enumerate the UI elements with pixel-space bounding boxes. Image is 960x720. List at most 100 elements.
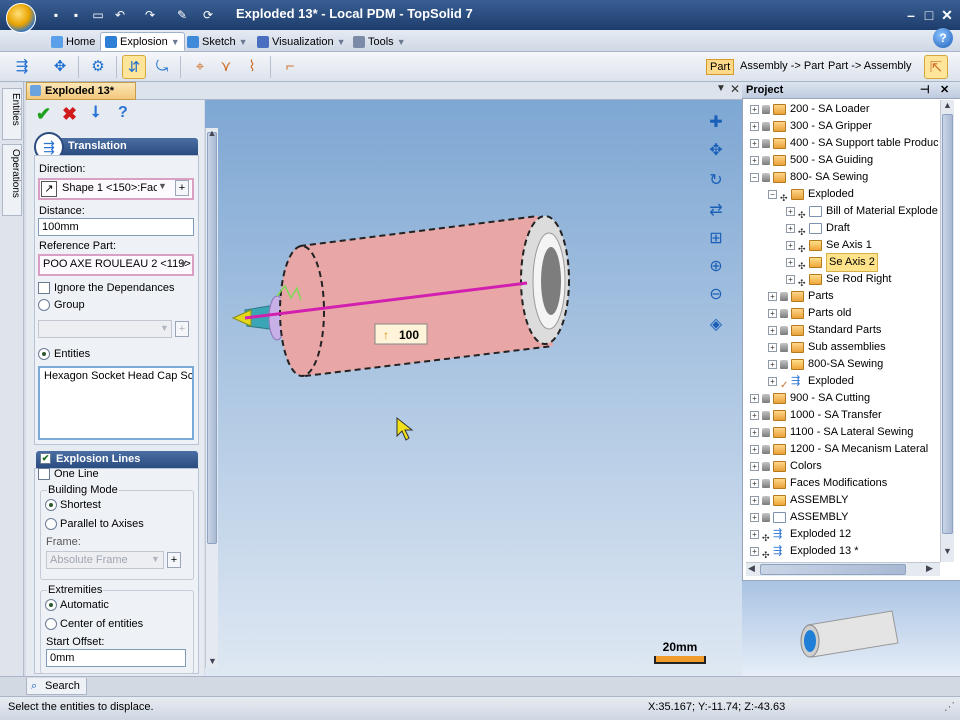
close-document-icon[interactable]: ✕ — [730, 82, 740, 96]
tree-item[interactable]: −800- SA Sewing — [746, 169, 938, 186]
zoom-in-icon[interactable]: ⊕ — [704, 256, 728, 278]
tab-entities[interactable]: Entities — [2, 88, 22, 140]
scroll-up-icon[interactable]: ▲ — [943, 100, 952, 110]
project-vertical-scrollbar[interactable]: ▲ ▼ — [940, 100, 954, 562]
tab-operations[interactable]: Operations — [2, 144, 22, 216]
zoom-out-icon[interactable]: ⊖ — [704, 284, 728, 306]
save-icon[interactable]: ▪ — [48, 7, 64, 23]
tree-item[interactable]: +1000 - SA Transfer — [746, 407, 938, 424]
close-button[interactable]: ✕ — [936, 5, 958, 25]
shortest-radio[interactable] — [45, 499, 57, 511]
chevron-down-icon[interactable]: ▼ — [337, 33, 346, 51]
entities-list[interactable]: Hexagon Socket Head Cap Screw — [38, 366, 194, 440]
tab-tools[interactable]: Tools ▼ — [348, 32, 411, 51]
app-logo-icon[interactable] — [6, 3, 36, 33]
refresh-icon[interactable]: ⟳ — [200, 7, 216, 23]
print-icon[interactable]: ▭ — [90, 7, 106, 23]
tree-item[interactable]: + ASSEMBLY — [746, 509, 938, 526]
distance-field[interactable]: 100mm — [38, 218, 194, 236]
scroll-right-icon[interactable]: ▶ — [926, 563, 933, 574]
tab-search[interactable]: ⌕ Search — [26, 678, 87, 695]
mode-part[interactable]: Part — [706, 59, 735, 75]
view-cube-icon[interactable]: ◈ — [704, 314, 728, 336]
scroll-left-icon[interactable]: ◀ — [748, 563, 755, 574]
tree-item[interactable]: + ✓ ⇶ Exploded — [746, 373, 938, 391]
tree-item[interactable]: + Sub assemblies — [746, 339, 938, 356]
scroll-up-icon[interactable]: ▲ — [206, 128, 218, 138]
project-horizontal-scrollbar[interactable]: ◀ ▶ — [746, 562, 940, 576]
automatic-radio[interactable] — [45, 599, 57, 611]
close-panel-icon[interactable]: ✕ — [940, 82, 949, 98]
chevron-down-icon[interactable]: ▼ — [171, 33, 180, 51]
tree-item[interactable]: + ✣ ⇶ Exploded 12 — [746, 526, 938, 543]
panel-scrollbar-thumb[interactable] — [207, 132, 217, 544]
tree-item[interactable]: + Faces Modifications — [746, 475, 938, 492]
entities-radio[interactable] — [38, 348, 50, 360]
3d-viewport[interactable]: ↑ 100 — [205, 100, 742, 676]
list-item[interactable]: Hexagon Socket Head Cap Screw — [40, 368, 192, 384]
tree-item[interactable]: + ✣ Se Rod Right — [746, 271, 938, 288]
undo-icon[interactable]: ↶ — [112, 7, 128, 23]
axis-icon[interactable]: ⋎ — [214, 55, 238, 79]
redo-icon[interactable]: ↷ — [142, 7, 158, 23]
auto-explode-icon[interactable]: ⚙ — [86, 55, 110, 79]
tree-item[interactable]: + Parts — [746, 288, 938, 305]
chevron-down-icon[interactable]: ▼ — [397, 33, 406, 51]
help-question-icon[interactable]: ? — [118, 104, 128, 122]
tree-item[interactable]: +900 - SA Cutting — [746, 390, 938, 407]
tree-item[interactable]: +500 - SA Guiding — [746, 152, 938, 169]
tree-item[interactable]: + Standard Parts — [746, 322, 938, 339]
mode-assembly-to-part[interactable]: Assembly -> Part — [737, 59, 827, 75]
rotation-icon[interactable]: ⤿ — [150, 55, 174, 79]
reference-part-field[interactable]: POO AXE ROULEAU 2 <119> — [38, 254, 194, 276]
tree-item[interactable]: +300 - SA Gripper — [746, 118, 938, 135]
document-tab[interactable]: Exploded 13* — [26, 82, 136, 100]
chevron-down-icon[interactable]: ▼ — [239, 33, 248, 51]
horizontal-scrollbar-thumb[interactable] — [760, 564, 906, 575]
tree-item[interactable]: − ✣ Exploded — [746, 186, 938, 203]
tree-item[interactable]: + ✣ Draft — [746, 220, 938, 237]
ignore-dependances-checkbox[interactable] — [38, 282, 50, 294]
tree-item[interactable]: +200 - SA Loader — [746, 101, 938, 118]
rotate-view-icon[interactable]: ↻ — [704, 170, 728, 192]
tab-list-icon[interactable]: ▼ — [716, 83, 726, 94]
tree-item[interactable]: + ✣ Bill of Material Exploded — [746, 203, 938, 220]
move-view-icon[interactable]: ✚ — [704, 112, 728, 134]
reference-dropdown-icon[interactable]: ▼ — [179, 259, 188, 269]
translation-icon[interactable]: ⇵ — [122, 55, 146, 79]
mode-settings-icon[interactable]: ⇱ — [924, 55, 948, 79]
pin-panel-icon[interactable]: ⊣ — [920, 82, 930, 98]
scroll-down-icon[interactable]: ▼ — [208, 656, 217, 666]
cancel-x-icon[interactable]: ✖ — [62, 104, 77, 125]
resize-grip-icon[interactable]: ⋰ — [944, 697, 955, 717]
center-entities-radio[interactable] — [45, 618, 57, 630]
pin-icon[interactable]: ⭣ — [92, 104, 100, 122]
direction-add-button[interactable]: + — [175, 180, 189, 196]
walk-view-icon[interactable]: ⇄ — [704, 200, 728, 222]
explode-icon[interactable]: ⇶ — [10, 55, 34, 79]
ok-check-icon[interactable]: ✔ — [36, 104, 51, 125]
panel-scrollbar[interactable]: ▼ — [205, 128, 218, 668]
tree-item[interactable]: + ✣ Se Axis 1 — [746, 237, 938, 254]
explosion-line-icon[interactable]: ⌐ — [278, 55, 302, 79]
frame-icon[interactable]: ⌖ — [188, 55, 212, 79]
help-button[interactable]: ? — [933, 28, 953, 48]
tree-item-selected[interactable]: + ✣ Se Axis 2 — [746, 253, 938, 272]
tree-item[interactable]: +400 - SA Support table Product — [746, 135, 938, 152]
tree-item[interactable]: + ✣ ⇶ Exploded 13 * — [746, 543, 938, 560]
tree-item[interactable]: +800-SA Sewing — [746, 356, 938, 373]
rotate-explode-icon[interactable]: ✥ — [48, 55, 72, 79]
tab-visualization[interactable]: Visualization ▼ — [252, 32, 350, 51]
pan-view-icon[interactable]: ✥ — [704, 140, 728, 162]
tree-item[interactable]: + Colors — [746, 458, 938, 475]
start-offset-field[interactable]: 0mm — [46, 649, 186, 667]
one-line-checkbox[interactable] — [38, 468, 50, 480]
tree-item[interactable]: + ASSEMBLY — [746, 492, 938, 509]
layout-view-icon[interactable]: ⊞ — [704, 228, 728, 250]
tab-explosion[interactable]: Explosion ▼ — [100, 32, 185, 51]
group-radio[interactable] — [38, 299, 50, 311]
direction-dropdown-icon[interactable]: ▼ — [158, 181, 167, 191]
pencil-icon[interactable]: ✎ — [174, 7, 190, 23]
scroll-down-icon[interactable]: ▼ — [943, 546, 952, 556]
tab-sketch[interactable]: Sketch ▼ — [182, 32, 253, 51]
